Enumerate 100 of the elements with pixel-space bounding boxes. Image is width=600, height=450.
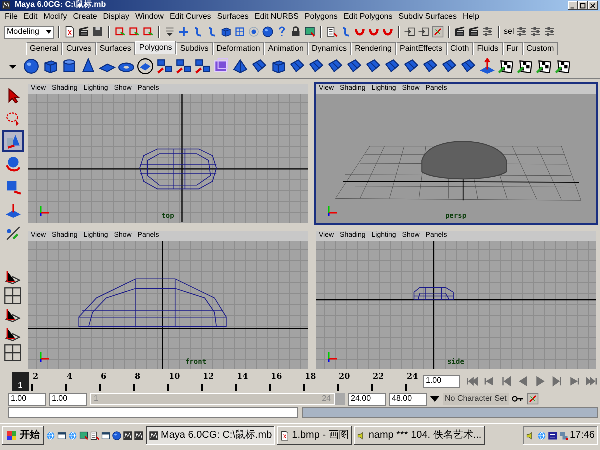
polygon-panel-icon[interactable] [289,58,306,75]
shelf-tab[interactable]: Dynamics [308,42,352,55]
arrow-in-icon[interactable] [418,26,430,38]
pyramid-icon[interactable] [232,58,249,75]
polygon-panel-icon[interactable] [384,58,401,75]
menu-item[interactable]: Window [132,13,167,22]
curve-icon[interactable] [206,26,218,38]
selection-box-icon[interactable] [114,26,126,38]
menu-item[interactable]: Display [100,13,132,22]
start-button[interactable]: 开始 [2,426,44,445]
shelf-tab[interactable]: Custom [522,42,558,55]
polygon-panel-icon[interactable] [441,58,458,75]
cone-icon[interactable] [80,58,97,75]
start-time-field[interactable]: 1.00 [8,392,46,406]
checkered-sheet-icon[interactable] [555,58,572,75]
menu-item[interactable]: Edit Polygons [340,13,396,22]
menu-item[interactable]: Surfaces [214,13,252,22]
circled-plane-icon[interactable] [137,58,154,75]
checkered-sheet-icon[interactable] [498,58,515,75]
curve-icon[interactable] [192,26,204,38]
current-frame-marker[interactable]: 1 [12,372,29,391]
sliders-icon[interactable] [482,26,494,38]
minimize-button[interactable] [568,1,578,10]
menu-item[interactable]: Edit Curves [166,13,214,22]
command-input-field[interactable] [8,406,298,418]
shelf-tab[interactable]: General [26,42,62,55]
cube-icon[interactable] [42,58,59,75]
key-icon[interactable] [512,393,524,405]
menu-item[interactable]: Edit NURBS [252,13,302,22]
polygon-panel-icon[interactable] [327,58,344,75]
plus-icon[interactable] [178,26,190,38]
document-icon[interactable] [64,26,76,38]
clapperboard-icon[interactable] [454,26,466,38]
sliders-icon[interactable] [544,26,556,38]
menu-item[interactable]: Polygons [302,13,341,22]
polygon-panel-icon[interactable] [251,58,268,75]
menu-item[interactable]: Subdiv Surfaces [396,13,460,22]
menu-set-dropdown[interactable]: Modeling [4,26,54,38]
lattice-icon[interactable] [234,26,246,38]
cube-icon[interactable] [220,26,232,38]
four-view-icon[interactable] [4,344,22,362]
maximize-button[interactable] [578,1,588,10]
shelf-tab[interactable]: PaintEffects [396,42,447,55]
menu-item[interactable]: Modify [40,13,70,22]
character-set-menu[interactable]: No Character Set [443,392,509,406]
shelf-tab[interactable]: Fur [502,42,523,55]
shelf-tab[interactable]: Deformation [212,42,264,55]
list-icon[interactable] [90,430,100,440]
checkered-sheet-icon[interactable] [517,58,534,75]
arrow-in-icon[interactable] [404,26,416,38]
cube-pair-icon[interactable] [175,58,192,75]
toolbox-tool[interactable] [2,130,24,152]
shelf-tab[interactable]: Cloth [446,42,474,55]
sliders-icon[interactable] [516,26,528,38]
range-start-field[interactable]: 1.00 [49,392,87,406]
end-time-field[interactable]: 48.00 [389,392,427,406]
polygon-panel-icon[interactable] [422,58,439,75]
polygon-panel-icon[interactable] [346,58,363,75]
sphere-icon[interactable] [262,26,274,38]
glowing-cube-icon[interactable] [213,58,230,75]
cube-icon[interactable] [270,58,287,75]
polygon-panel-icon[interactable] [403,58,420,75]
cube-pair-icon[interactable] [156,58,173,75]
polygon-panel-icon[interactable] [460,58,477,75]
clapperboard-icon[interactable] [78,26,90,38]
polygon-panel-icon[interactable] [308,58,325,75]
shelf-tab[interactable]: Fluids [473,42,503,55]
shelf-tab[interactable]: Surfaces [96,42,136,55]
selection-box-icon[interactable] [128,26,140,38]
lock-icon[interactable] [290,26,302,38]
window-icon[interactable] [101,430,111,440]
four-view-icon[interactable] [4,287,22,305]
selection-box-icon[interactable] [142,26,154,38]
menu-item[interactable]: File [2,13,21,22]
taskbar-button[interactable]: Maya 6.0CG: C:\鼠标.mb [146,426,276,445]
checkered-sheet-icon[interactable] [536,58,553,75]
polygon-panel-icon[interactable] [365,58,382,75]
taskbar-button[interactable]: 1.bmp - 画图 [277,426,352,445]
sphere-icon[interactable] [112,430,122,440]
shelf-tab[interactable]: Subdivs [176,42,213,55]
dot-icon[interactable] [248,26,260,38]
extrude-arrow-icon[interactable] [479,58,496,75]
magnet-icon[interactable] [382,26,394,38]
close-button[interactable] [588,1,598,10]
sphere-icon[interactable] [23,58,40,75]
taskbar-button[interactable]: namp *** 104. 佚名艺术... [354,426,485,445]
cylinder-icon[interactable] [61,58,78,75]
magnet-icon[interactable] [354,26,366,38]
shelf-tab[interactable]: Curves [62,42,96,55]
shelf-tab[interactable]: Animation [264,42,308,55]
menu-item[interactable]: Edit [20,13,41,22]
range-end-field[interactable]: 24.00 [348,392,386,406]
menu-caret-icon[interactable] [164,26,176,38]
shelf-tab[interactable]: Rendering [351,42,396,55]
menu-item[interactable]: Help [460,13,482,22]
monitor-icon[interactable] [79,430,89,440]
question-mark-icon[interactable] [276,26,288,38]
menu-item[interactable]: Create [70,13,100,22]
window-icon[interactable] [57,430,67,440]
clapperboard-icon[interactable] [468,26,480,38]
